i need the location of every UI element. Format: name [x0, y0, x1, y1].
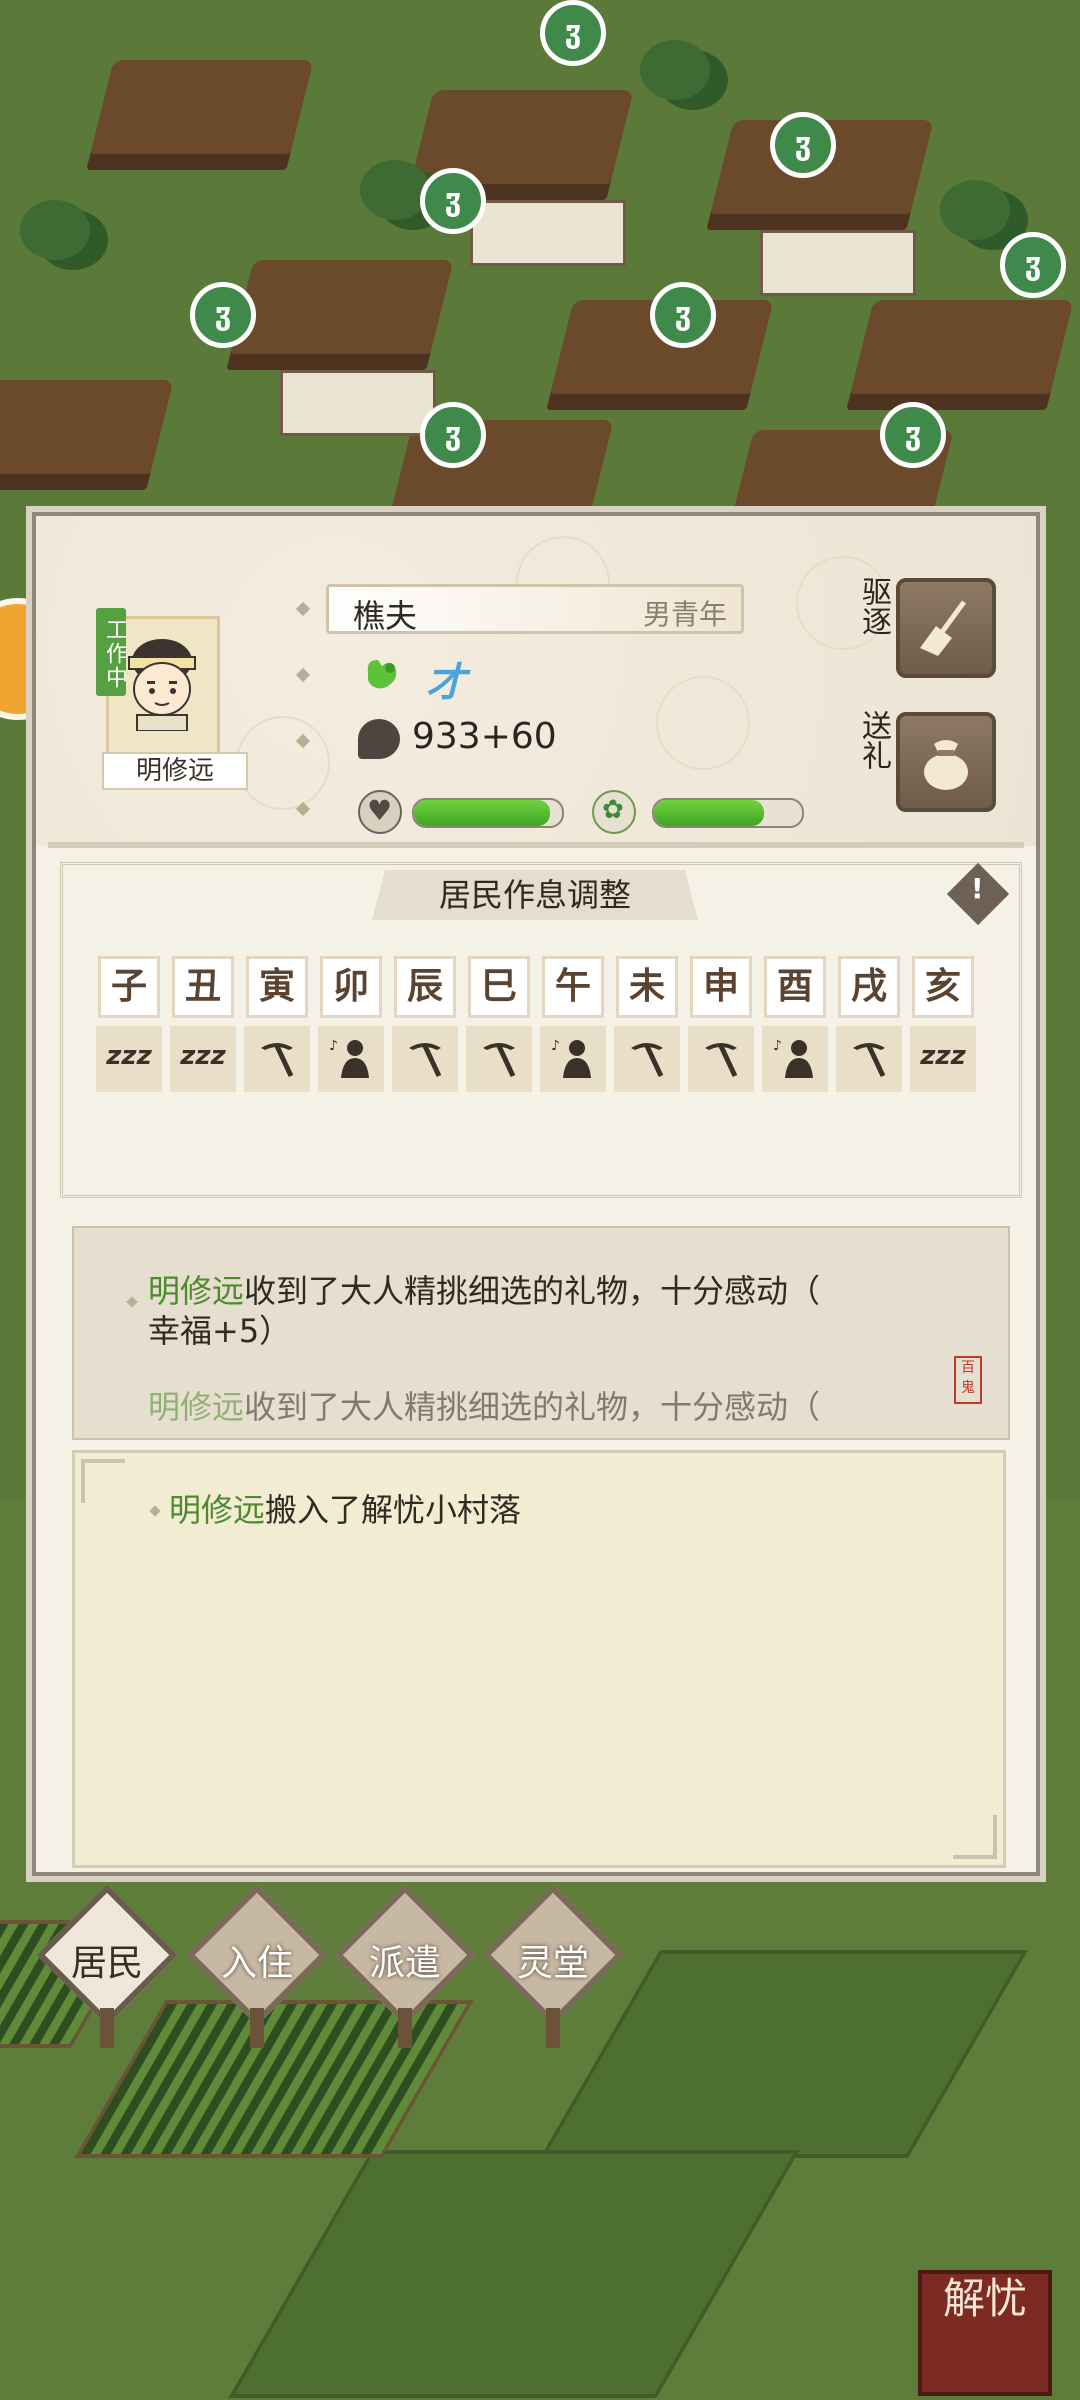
coin-value: 933+60: [412, 716, 557, 757]
harvest-bubble-icon[interactable]: ჳ: [650, 282, 716, 348]
harvest-bubble-icon[interactable]: ჳ: [420, 402, 486, 468]
building-wall: [280, 370, 436, 436]
sleep-icon[interactable]: zzz: [910, 1026, 976, 1092]
broom-icon: [920, 600, 967, 656]
building-wall: [760, 230, 916, 296]
log-entry: 明修远收到了大人精挑细选的礼物，十分感动（: [148, 1272, 820, 1310]
talent-icon[interactable]: 才: [426, 650, 466, 708]
corner-ornament: [81, 1459, 125, 1503]
log-name: 明修远: [148, 1272, 245, 1310]
log-name: 明修远: [169, 1491, 266, 1529]
nav-residents[interactable]: 居民: [36, 1884, 178, 2048]
status-badge: 工作中: [96, 608, 127, 696]
building-roof[interactable]: [0, 380, 174, 490]
tree: [20, 200, 90, 260]
hour-slot: 酉: [764, 956, 826, 1018]
harvest-bubble-icon[interactable]: ჳ: [540, 0, 606, 66]
nav-move-in[interactable]: 入住: [186, 1884, 328, 2048]
hour-slot: 辰: [394, 956, 456, 1018]
bullet-icon: [149, 1505, 161, 1517]
game-logo[interactable]: 解忧: [918, 2270, 1052, 2396]
happiness-bar: [652, 798, 804, 828]
hour-slot: 亥: [912, 956, 974, 1018]
building-roof[interactable]: [846, 300, 1074, 410]
heart-icon: [358, 790, 402, 834]
hour-slot: 巳: [468, 956, 530, 1018]
section-divider: [48, 842, 1024, 848]
harvest-bubble-icon[interactable]: ჳ: [190, 282, 256, 348]
nav-label: 派遣: [368, 1943, 441, 1984]
pickaxe-icon[interactable]: [614, 1026, 680, 1092]
svg-text:♪: ♪: [773, 1038, 782, 1054]
gender-age: 男青年: [642, 598, 727, 631]
health-bar: [412, 798, 564, 828]
log-text: 搬入了解忧小村落: [265, 1491, 522, 1529]
log-text: 收到了大人精挑细选的礼物，十分感动（: [244, 1272, 821, 1310]
svg-text:♪: ♪: [329, 1038, 338, 1054]
seal-stamp: 百鬼: [954, 1356, 982, 1404]
resident-portrait: [128, 639, 196, 731]
harvest-bubble-icon[interactable]: ჳ: [420, 168, 486, 234]
tree: [940, 180, 1010, 240]
corner-ornament: [953, 1815, 997, 1859]
hour-slot: 子: [98, 956, 160, 1018]
tree: [360, 160, 430, 220]
history-event-log[interactable]: 明修远搬入了解忧小村落: [72, 1450, 1006, 1868]
pickaxe-icon[interactable]: [392, 1026, 458, 1092]
log-entry: 明修远搬入了解忧小村落: [169, 1491, 521, 1529]
rest-icon[interactable]: ♪: [540, 1026, 606, 1092]
happiness-bar-fill: [654, 800, 764, 826]
hour-slot: 寅: [246, 956, 308, 1018]
log-entry: 明修远收到了大人精挑细选的礼物，十分感动（: [148, 1388, 820, 1426]
sleep-icon[interactable]: zzz: [96, 1026, 162, 1092]
pickaxe-icon[interactable]: [688, 1026, 754, 1092]
recent-event-log[interactable]: 明修远收到了大人精挑细选的礼物，十分感动（ 幸福+5） 明修远收到了大人精挑细选…: [72, 1226, 1010, 1440]
expel-button[interactable]: [896, 578, 996, 678]
resident-name: 明修远: [102, 752, 248, 790]
gift-bag-icon: [924, 740, 968, 790]
building-roof[interactable]: [226, 260, 454, 370]
bullet-icon: [126, 1296, 138, 1308]
pickaxe-icon[interactable]: [836, 1026, 902, 1092]
pickaxe-icon[interactable]: [466, 1026, 532, 1092]
harvest-bubble-icon[interactable]: ჳ: [1000, 232, 1066, 298]
fist-icon[interactable]: [362, 652, 402, 694]
schedule-title: 居民作息调整: [372, 870, 698, 920]
harvest-bubble-icon[interactable]: ჳ: [880, 402, 946, 468]
building-wall: [470, 200, 626, 266]
health-bar-fill: [414, 800, 551, 826]
hour-slot: 卯: [320, 956, 382, 1018]
happiness-icon: [592, 790, 636, 834]
harvest-bubble-icon[interactable]: ჳ: [770, 112, 836, 178]
log-name: 明修远: [148, 1388, 245, 1426]
nav-label: 居民: [70, 1943, 143, 1984]
nav-label: 灵堂: [516, 1943, 589, 1984]
gift-label: 送礼: [856, 710, 891, 770]
pickaxe-icon[interactable]: [244, 1026, 310, 1092]
expel-label: 驱逐: [856, 576, 891, 636]
nav-spirit-hall[interactable]: 灵堂: [482, 1884, 624, 2048]
job-name: 樵夫: [353, 597, 418, 635]
nav-label: 入住: [220, 1943, 293, 1984]
hour-slot: 丑: [172, 956, 234, 1018]
sleep-icon[interactable]: zzz: [170, 1026, 236, 1092]
hour-slot: 午: [542, 956, 604, 1018]
rest-icon[interactable]: ♪: [762, 1026, 828, 1092]
rest-icon[interactable]: ♪: [318, 1026, 384, 1092]
log-entry-cont: 幸福+5）: [148, 1312, 292, 1350]
nav-dispatch[interactable]: 派遣: [334, 1884, 476, 2048]
resident-panel: 工作中 明修远 樵夫 男青年 才 933+60 驱逐 送礼 居: [32, 512, 1040, 1876]
hour-slot: 申: [690, 956, 752, 1018]
gift-button[interactable]: [896, 712, 996, 812]
building-roof[interactable]: [86, 60, 314, 170]
coin-bag-icon: [358, 719, 400, 759]
hour-slot: 戌: [838, 956, 900, 1018]
tree: [640, 40, 710, 100]
hour-slot: 未: [616, 956, 678, 1018]
log-text: 收到了大人精挑细选的礼物，十分感动（: [244, 1388, 821, 1426]
svg-text:♪: ♪: [551, 1038, 560, 1054]
job-label: 樵夫 男青年: [326, 584, 744, 635]
